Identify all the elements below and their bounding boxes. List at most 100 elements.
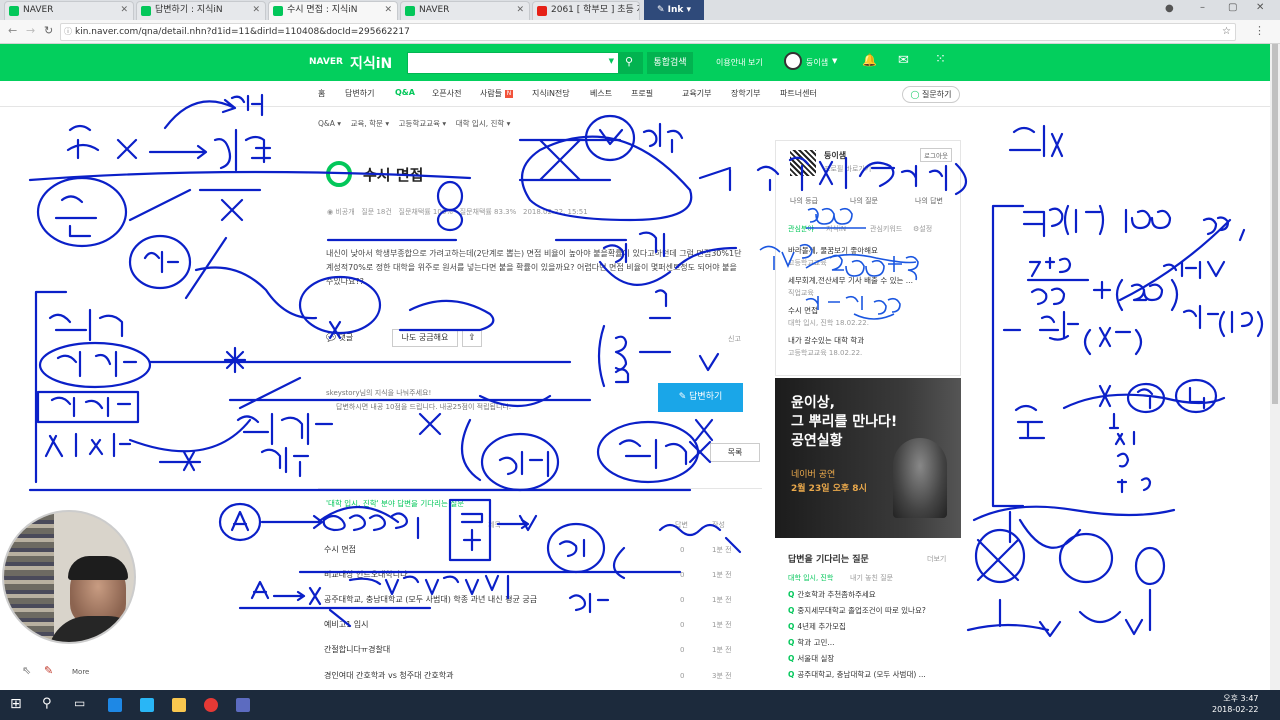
task-view-icon[interactable]: ▭ — [74, 696, 85, 710]
list-button[interactable]: 목록 — [710, 443, 760, 462]
menu-hall-of-fame[interactable]: 지식iN전당 — [532, 88, 570, 99]
url-input[interactable]: ⓘ kin.naver.com/qna/detail.nhn?d1id=11&d… — [60, 23, 1236, 41]
chrome-icon[interactable] — [204, 698, 218, 712]
edge-icon[interactable] — [108, 698, 122, 712]
guide-link[interactable]: 이용안내 보기 — [716, 57, 763, 68]
list-item[interactable]: 세무회계,전산세무 기사 배출 수 있는 ... — [788, 275, 948, 287]
browser-tab-2[interactable]: 답변하기 : 지식iN ✕ — [136, 1, 266, 20]
close-icon[interactable]: ✕ — [516, 2, 524, 19]
menu-qna[interactable]: Q&A — [395, 88, 415, 97]
breadcrumb-item[interactable]: 교육, 학문 — [351, 119, 383, 128]
browser-tab-1[interactable]: NAVER ✕ — [4, 1, 134, 20]
back-icon[interactable]: ← — [8, 24, 17, 37]
more-button[interactable]: More — [72, 668, 89, 676]
my-question-link[interactable]: 나의 질문 — [850, 196, 878, 206]
list-item[interactable]: 내가 갈수있는 대학 학과 — [788, 335, 948, 347]
menu-people[interactable]: 사람들 — [480, 88, 502, 99]
ad-banner[interactable]: 윤이상, 그 뿌리를 만나다! 공연실황 네이버 공연 2월 23일 오후 8시 — [775, 378, 961, 538]
close-icon[interactable]: ✕ — [120, 2, 128, 19]
dropdown-arrow-icon[interactable]: ▼ — [609, 57, 614, 65]
avatar[interactable] — [784, 52, 802, 70]
row-title[interactable]: 비교대상 인트오대학니다 — [324, 570, 408, 579]
minimize-icon[interactable]: – — [1200, 2, 1205, 13]
breadcrumb-item[interactable]: 고등학교교육 — [399, 119, 440, 128]
bookmark-star-icon[interactable]: ☆ — [1222, 24, 1231, 40]
close-icon[interactable]: ✕ — [252, 2, 260, 19]
table-row[interactable]: 경인여대 간호학과 vs 청주대 간호학과 0 3분 전 — [324, 664, 734, 688]
tab-keyword[interactable]: 관심키워드 — [870, 224, 902, 234]
row-title[interactable]: 경인여대 간호학과 vs 청주대 간호학과 — [324, 671, 453, 680]
row-title[interactable]: 간절합니다ㅠ경찰대 — [324, 645, 390, 654]
total-search-button[interactable]: 통합검색 — [647, 52, 693, 74]
table-row[interactable]: 공주대학교, 충남대학교 (모두 사범대) 학종 과년 내신 평균 궁금 0 1분 … — [324, 588, 734, 612]
settings-link[interactable]: ⚙설정 — [913, 224, 932, 234]
answer-button[interactable]: ✎ 답변하기 — [658, 383, 743, 412]
list-item[interactable]: Q 공주대학교, 충남대학교 (모두 사범대) ... — [788, 669, 926, 680]
my-answer-link[interactable]: 나의 답변 — [915, 196, 943, 206]
breadcrumb-item[interactable]: 대학 입시, 진학 — [456, 119, 505, 128]
menu-partner-center[interactable]: 파트너센터 — [780, 88, 817, 99]
comment-button[interactable]: 💬 댓글 — [326, 330, 386, 346]
menu-answer[interactable]: 답변하기 — [345, 88, 374, 99]
list-item[interactable]: Q 학과 고민... — [788, 637, 835, 648]
mail-icon[interactable]: ✉ — [898, 53, 909, 68]
browser-tab-5[interactable]: 2061 [ 학부모 ] 초등 저 — [532, 1, 640, 20]
window-close-icon[interactable]: ✕ — [1256, 2, 1264, 13]
tab-interest[interactable]: 관심분야 — [788, 224, 814, 234]
curious-button[interactable]: 나도 궁금해요 — [392, 329, 458, 347]
table-row[interactable]: 예비고1 입시 0 1분 전 — [324, 613, 734, 637]
user-name[interactable]: 둥이샘 — [806, 57, 828, 68]
row-title[interactable]: 공주대학교, 충남대학교 (모두 사범대) 학종 과년 내신 평균 궁금 — [324, 595, 537, 604]
menu-open-dictionary[interactable]: 오픈사전 — [432, 88, 461, 99]
list-item[interactable]: Q 4년제 추가모집 — [788, 621, 846, 632]
pointer-icon[interactable]: ⇖ — [22, 664, 31, 677]
app-icon[interactable] — [236, 698, 250, 712]
menu-home[interactable]: 홈 — [318, 88, 325, 99]
list-item[interactable]: Q 서울대 실장 — [788, 653, 834, 664]
ask-question-button[interactable]: ◯ 질문하기 — [902, 86, 960, 103]
file-explorer-icon[interactable] — [172, 698, 186, 712]
system-clock[interactable]: 오후 3:47 2018-02-22 — [1212, 693, 1259, 715]
more-link[interactable]: 더보기 — [927, 554, 946, 564]
tab-active[interactable]: 대학 입시, 진학 — [788, 573, 833, 583]
naver-logo[interactable]: NAVER — [309, 57, 343, 67]
bell-icon[interactable]: 🔔 — [862, 53, 877, 67]
kin-logo[interactable]: 지식iN — [350, 53, 392, 73]
forward-icon[interactable]: → — [26, 24, 35, 37]
windows-start-icon[interactable]: ⊞ — [10, 696, 22, 712]
tab-kin[interactable]: 지식iN — [826, 224, 846, 234]
scrollbar[interactable] — [1270, 44, 1280, 690]
reload-icon[interactable]: ↻ — [44, 24, 53, 37]
profile-icon[interactable]: ● — [1165, 3, 1174, 14]
report-link[interactable]: 신고 — [728, 334, 741, 344]
list-item[interactable]: Q 간호학과 추천좀하주세요 — [788, 589, 876, 600]
pen-tool-icon[interactable]: ✎ — [44, 664, 53, 677]
list-item[interactable]: 수시 면접 — [788, 305, 948, 317]
profile-link[interactable]: 프로필 바로가기 — [824, 164, 871, 174]
list-item[interactable]: Q 중지세무대학교 졸업조건이 따로 있나요? — [788, 605, 926, 616]
breadcrumb-item[interactable]: Q&A — [318, 119, 335, 128]
list-item[interactable]: 바라볼께, 물꿈보기 좋아해요 — [788, 245, 948, 257]
tab-missed[interactable]: 내기 놓친 질문 — [850, 573, 893, 583]
browser-tab-3[interactable]: 수시 면접 : 지식iN ✕ — [268, 1, 398, 20]
table-row[interactable]: 수시 면접 0 1분 전 — [324, 538, 734, 562]
menu-best[interactable]: 베스트 — [590, 88, 612, 99]
logout-button[interactable]: 로그아웃 — [920, 148, 952, 162]
menu-profile[interactable]: 프로필 — [631, 88, 653, 99]
menu-kebab-icon[interactable]: ⋮ — [1254, 24, 1265, 37]
row-title[interactable]: 예비고1 입시 — [324, 620, 368, 629]
table-row[interactable]: 비교대상 인트오대학니다 0 1분 전 — [324, 563, 734, 587]
qr-avatar-icon[interactable] — [790, 150, 816, 176]
table-row[interactable]: 간절합니다ㅠ경찰대 0 1분 전 — [324, 638, 734, 662]
search-button[interactable]: ⚲ — [619, 52, 643, 74]
apps-grid-icon[interactable]: ⁙ — [935, 52, 946, 67]
maximize-icon[interactable]: ▢ — [1228, 2, 1237, 13]
search-input[interactable]: ▼ — [407, 52, 619, 74]
ink-toolbar-button[interactable]: ✎ Ink ▾ — [644, 0, 704, 20]
row-title[interactable]: 수시 면접 — [324, 545, 356, 554]
menu-scholarship[interactable]: 장학기부 — [731, 88, 760, 99]
ie-icon[interactable] — [140, 698, 154, 712]
scrollbar-thumb[interactable] — [1272, 44, 1278, 404]
menu-edu-donation[interactable]: 교육기부 — [682, 88, 711, 99]
share-icon[interactable]: ⇪ — [462, 329, 482, 347]
